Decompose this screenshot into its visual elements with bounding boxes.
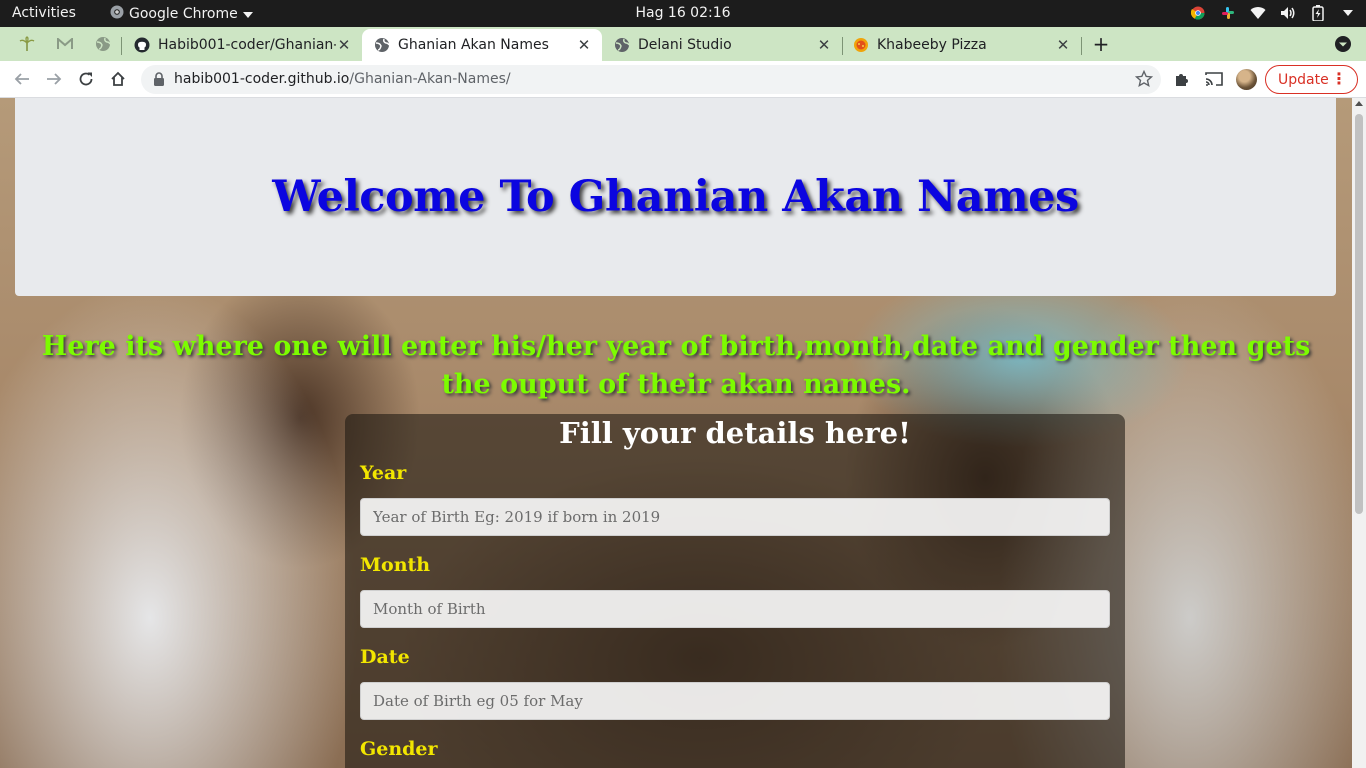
new-tab-button[interactable]: +	[1090, 33, 1112, 55]
globe-icon	[614, 37, 630, 53]
update-button[interactable]: Update ⋮	[1265, 65, 1358, 94]
app-menu-label: Google Chrome	[129, 6, 238, 22]
cast-icon[interactable]	[1204, 69, 1224, 89]
month-input[interactable]	[360, 590, 1110, 628]
pinned-tab-palm-icon[interactable]	[17, 34, 37, 54]
scrollbar-thumb[interactable]	[1355, 114, 1363, 514]
tab-search-icon[interactable]	[1334, 35, 1352, 53]
tab-title: Habib001-coder/Ghanian-	[158, 37, 336, 53]
chrome-small-icon	[110, 5, 124, 23]
slack-tray-icon[interactable]	[1220, 5, 1236, 21]
chrome-menu-dots-icon[interactable]: ⋮	[1331, 70, 1347, 88]
extensions-puzzle-icon[interactable]	[1172, 69, 1192, 89]
home-icon[interactable]	[108, 69, 128, 89]
system-tray[interactable]	[1190, 4, 1356, 22]
url-host: habib001-coder.github.io	[174, 71, 350, 87]
page-scrollbar[interactable]	[1352, 98, 1366, 768]
wifi-icon[interactable]	[1250, 5, 1266, 21]
tab-khabeeby-pizza[interactable]: Khabeeby Pizza ✕	[841, 29, 1081, 61]
system-menu-caret-icon[interactable]	[1340, 5, 1356, 21]
date-input[interactable]	[360, 682, 1110, 720]
tab-github-repo[interactable]: Habib001-coder/Ghanian- ✕	[122, 29, 362, 61]
forward-arrow-icon[interactable]	[44, 69, 64, 89]
bookmark-star-icon[interactable]	[1134, 69, 1154, 92]
lock-icon[interactable]	[153, 72, 165, 90]
chrome-tray-icon[interactable]	[1190, 5, 1206, 21]
update-button-label: Update	[1278, 71, 1329, 88]
profile-avatar[interactable]	[1236, 69, 1257, 90]
close-tab-icon[interactable]: ✕	[336, 37, 352, 53]
year-input[interactable]	[360, 498, 1110, 536]
close-tab-icon[interactable]: ✕	[576, 37, 592, 53]
back-arrow-icon[interactable]	[12, 69, 32, 89]
address-bar[interactable]: habib001-coder.github.io/Ghanian-Akan-Na…	[141, 65, 1161, 94]
github-icon	[134, 37, 150, 53]
intro-text: Here its where one will enter his/her ye…	[41, 331, 1311, 400]
pinned-tab-gmail-icon[interactable]	[55, 34, 75, 54]
pizza-icon	[853, 37, 869, 53]
tab-ghanian-akan-names[interactable]: Ghanian Akan Names ✕	[362, 29, 602, 61]
date-label: Date	[360, 646, 410, 668]
tab-title: Khabeeby Pizza	[877, 37, 987, 53]
pinned-tab-globe-icon[interactable]	[93, 34, 113, 54]
url-path: /Ghanian-Akan-Names/	[349, 71, 511, 87]
month-label: Month	[360, 554, 431, 576]
caret-down-icon	[242, 6, 253, 22]
year-label: Year	[360, 462, 407, 484]
browser-toolbar: habib001-coder.github.io/Ghanian-Akan-Na…	[0, 61, 1366, 98]
activities-button[interactable]: Activities	[12, 5, 76, 21]
tab-strip: Habib001-coder/Ghanian- ✕ Ghanian Akan N…	[0, 27, 1366, 61]
url-text[interactable]: habib001-coder.github.io/Ghanian-Akan-Na…	[174, 71, 511, 87]
globe-icon	[374, 37, 390, 53]
details-form: Fill your details here! Year Month Date …	[345, 414, 1125, 768]
tab-title: Delani Studio	[638, 37, 732, 53]
system-top-bar: Activities Google Chrome Hag 16 02:16	[0, 0, 1366, 27]
gender-label: Gender	[360, 738, 438, 760]
scroll-up-arrow-icon[interactable]	[1355, 101, 1363, 106]
page-viewport: Welcome To Ghanian Akan Names Here its w…	[0, 98, 1352, 768]
close-tab-icon[interactable]: ✕	[1055, 37, 1071, 53]
battery-icon[interactable]	[1310, 5, 1326, 21]
app-menu[interactable]: Google Chrome	[110, 5, 253, 23]
volume-icon[interactable]	[1280, 5, 1296, 21]
form-title: Fill your details here!	[559, 416, 911, 450]
clock-label[interactable]: Hag 16 02:16	[635, 5, 730, 21]
close-tab-icon[interactable]: ✕	[816, 37, 832, 53]
tab-delani-studio[interactable]: Delani Studio ✕	[602, 29, 842, 61]
page-header: Welcome To Ghanian Akan Names	[15, 98, 1336, 296]
tab-title: Ghanian Akan Names	[398, 37, 549, 53]
page-title: Welcome To Ghanian Akan Names	[272, 172, 1079, 222]
reload-icon[interactable]	[76, 69, 96, 89]
